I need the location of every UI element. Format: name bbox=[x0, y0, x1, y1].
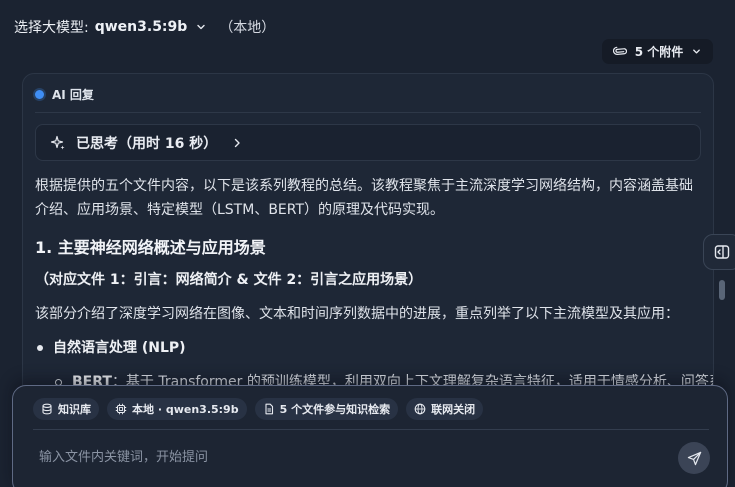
panel-toggle-icon bbox=[714, 245, 730, 259]
model-location: （本地） bbox=[219, 20, 276, 36]
sidebar-toggle-button[interactable] bbox=[703, 234, 735, 270]
paperclip-icon bbox=[612, 46, 627, 55]
list-item-label: 自然语言处理 (NLP) bbox=[53, 340, 186, 356]
sparkle-icon bbox=[50, 135, 65, 149]
list-item: 自然语言处理 (NLP) bbox=[35, 336, 703, 360]
chat-app: 选择大模型: qwen3.5:9b （本地） 5 个附件 AI 回复 已思考（用… bbox=[0, 0, 735, 487]
send-button[interactable] bbox=[678, 442, 710, 474]
response-badge: AI 回复 bbox=[52, 88, 94, 102]
divider bbox=[35, 112, 701, 113]
thinking-toggle[interactable]: 已思考（用时 16 秒） bbox=[35, 124, 701, 161]
model-selector[interactable]: 选择大模型: qwen3.5:9b （本地） bbox=[14, 16, 275, 38]
knowledge-base-label: 知识库 bbox=[58, 403, 91, 416]
attachments-label: 5 个附件 bbox=[634, 45, 684, 59]
attachments-button[interactable]: 5 个附件 bbox=[602, 39, 713, 64]
web-search-label: 联网关闭 bbox=[431, 403, 476, 416]
status-dot-icon bbox=[35, 90, 44, 99]
model-name: qwen3.5:9b bbox=[94, 19, 188, 35]
local-model-chip[interactable]: 本地 · qwen3.5:9b bbox=[107, 398, 247, 420]
section-description: 该部分介绍了深度学习网络在图像、文本和时间序列数据中的进展，重点列举了以下主流模… bbox=[35, 306, 679, 322]
database-icon bbox=[42, 403, 52, 415]
response-header: AI 回复 bbox=[35, 86, 94, 103]
globe-icon bbox=[414, 403, 426, 415]
chevron-down-icon bbox=[197, 24, 206, 30]
response-content: 根据提供的五个文件内容，以下是该系列教程的总结。该教程聚焦于主流深度学习网络结构… bbox=[35, 174, 713, 394]
send-icon bbox=[687, 451, 701, 465]
chevron-down-icon bbox=[693, 49, 701, 54]
files-retrieval-chip[interactable]: 5 个文件参与知识检索 bbox=[254, 398, 399, 420]
bullet-icon bbox=[37, 345, 43, 351]
file-icon bbox=[265, 403, 273, 415]
chevron-right-icon bbox=[235, 138, 240, 147]
summary-paragraph: 根据提供的五个文件内容，以下是该系列教程的总结。该教程聚焦于主流深度学习网络结构… bbox=[35, 178, 693, 218]
web-search-chip[interactable]: 联网关闭 bbox=[406, 398, 484, 420]
knowledge-base-chip[interactable]: 知识库 bbox=[33, 398, 99, 420]
divider bbox=[33, 429, 709, 430]
composer-chips: 知识库 本地 · qwen3.5:9b 5 个文件参与知识检索 联网关闭 bbox=[33, 398, 484, 420]
thinking-label: 已思考（用时 16 秒） bbox=[76, 135, 218, 152]
section-heading: 1. 主要神经网络概述与应用场景 bbox=[35, 238, 266, 257]
chip-icon bbox=[115, 403, 127, 415]
files-retrieval-label: 5 个文件参与知识检索 bbox=[279, 403, 391, 416]
scrollbar-thumb[interactable] bbox=[719, 280, 725, 300]
model-selector-label: 选择大模型: bbox=[14, 20, 89, 36]
message-composer: 知识库 本地 · qwen3.5:9b 5 个文件参与知识检索 联网关闭 输入文… bbox=[12, 385, 728, 487]
question-input[interactable] bbox=[39, 446, 639, 468]
section-subheading: （对应文件 1：引言：网络简介 & 文件 2：引言之应用场景） bbox=[35, 272, 423, 288]
ai-response-card: AI 回复 已思考（用时 16 秒） 根据提供的五个文件内容，以下是该系列教程的… bbox=[22, 73, 714, 403]
local-model-label: 本地 · qwen3.5:9b bbox=[132, 403, 239, 416]
